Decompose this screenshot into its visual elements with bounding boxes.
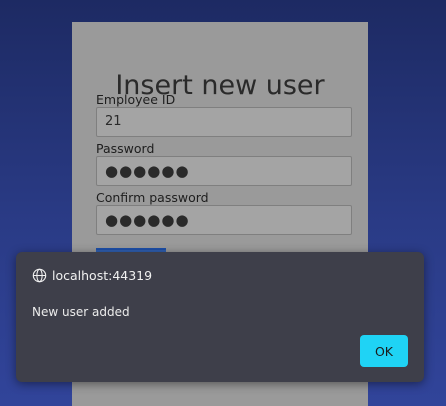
employee-id-field[interactable]: 21 bbox=[96, 107, 352, 137]
dialog-origin: localhost:44319 bbox=[32, 268, 152, 283]
password-field[interactable]: ●●●●●● bbox=[96, 156, 352, 186]
confirm-password-field[interactable]: ●●●●●● bbox=[96, 205, 352, 235]
globe-icon bbox=[32, 268, 47, 283]
ok-button[interactable]: OK bbox=[360, 335, 408, 367]
dialog-message: New user added bbox=[32, 305, 130, 319]
password-label: Password bbox=[96, 141, 155, 156]
alert-dialog: localhost:44319 New user added OK bbox=[16, 252, 424, 382]
confirm-password-label: Confirm password bbox=[96, 190, 209, 205]
employee-id-label: Employee ID bbox=[96, 92, 176, 107]
dialog-origin-text: localhost:44319 bbox=[52, 268, 153, 283]
